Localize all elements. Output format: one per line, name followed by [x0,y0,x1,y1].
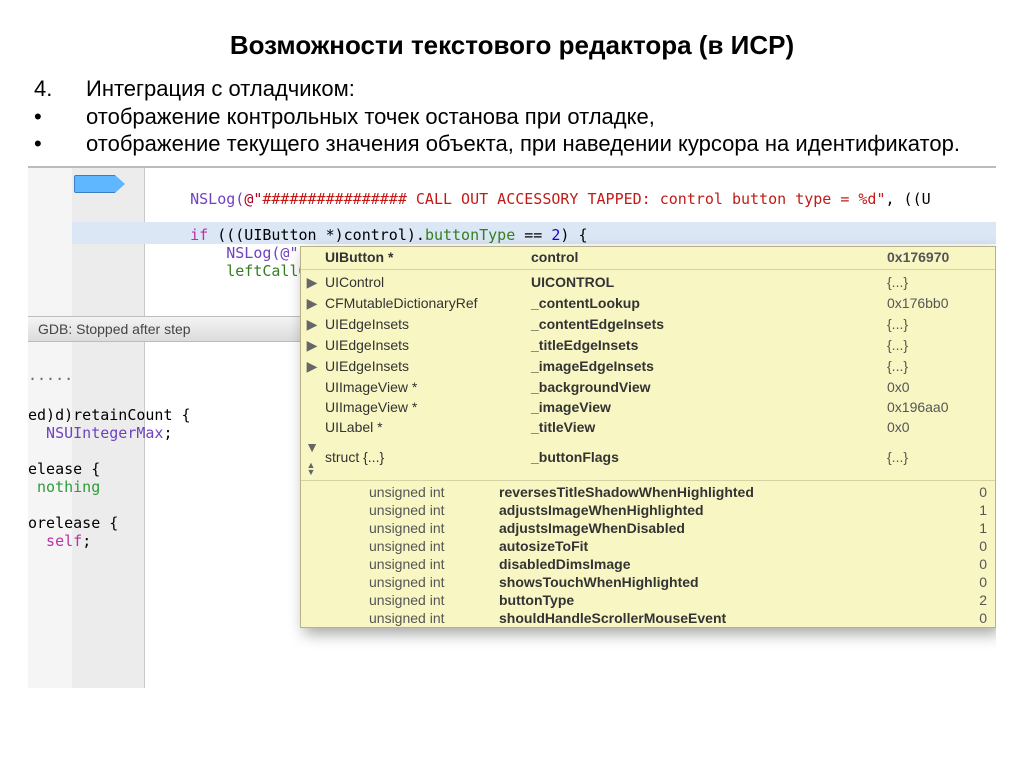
disclosure-triangle-icon[interactable]: ▶ [305,274,319,291]
tooltip-name: disabledDimsImage [499,556,953,572]
code-line: NSLog(@" [154,244,299,262]
list-number: 4. [28,75,86,103]
tooltip-name: _buttonFlags [531,449,881,465]
tooltip-name: reversesTitleShadowWhenHighlighted [499,484,953,500]
tooltip-name: _titleEdgeInsets [531,337,881,353]
list-item: Интеграция с отладчиком: [86,75,996,103]
tooltip-value: 0 [963,484,987,500]
tooltip-type: unsigned int [369,592,489,608]
tooltip-subrow[interactable]: unsigned int adjustsImageWhenDisabled 1 [361,519,995,537]
tooltip-type: UIImageView * [325,399,525,415]
tooltip-row[interactable]: ▶ UIEdgeInsets _contentEdgeInsets {...} [301,314,995,335]
code-line: if (((UIButton *)control).buttonType == … [154,226,588,244]
tooltip-name: _contentEdgeInsets [531,316,881,332]
code-line: elease { [28,460,100,478]
tooltip-value: 0x0 [887,419,987,435]
tooltip-name: showsTouchWhenHighlighted [499,574,953,590]
slide-title: Возможности текстового редактора (в ИСР) [28,30,996,61]
tooltip-subrow[interactable]: unsigned int autosizeToFit 0 [361,537,995,555]
code-line: orelease { [28,514,118,532]
stepper-icon[interactable]: ▲▼ [307,462,316,476]
tooltip-subrow[interactable]: unsigned int reversesTitleShadowWhenHighl… [361,483,995,501]
tooltip-type: struct {...} [325,449,525,465]
tooltip-name: shouldHandleScrollerMouseEvent [499,610,953,626]
code-line: nothing [28,478,100,496]
tooltip-row[interactable]: ▶ UIEdgeInsets _imageEdgeInsets {...} [301,356,995,377]
list-item: отображение контрольных точек останова п… [86,103,996,131]
tooltip-type: CFMutableDictionaryRef [325,295,525,311]
tooltip-name: _titleView [531,419,881,435]
debugger-tooltip[interactable]: UIButton * control 0x176970 ▶ UIControl UI… [300,246,996,628]
tooltip-value: 0x0 [887,379,987,395]
tooltip-type: unsigned int [369,520,489,536]
tooltip-value: 0x176bb0 [887,295,987,311]
tooltip-value: 1 [963,502,987,518]
disclosure-triangle-icon[interactable]: ▶ [305,316,319,333]
tooltip-type: unsigned int [369,538,489,554]
bullet-list: 4. Интеграция с отладчиком: • отображени… [28,75,996,158]
code-line: NSUIntegerMax; [28,424,173,442]
tooltip-type: UIImageView * [325,379,525,395]
code-line: self; [28,532,91,550]
tooltip-name: _backgroundView [531,379,881,395]
tooltip-subrow[interactable]: unsigned int showsTouchWhenHighlighted 0 [361,573,995,591]
bullet-marker: • [28,130,86,158]
tooltip-type: UILabel * [325,419,525,435]
tooltip-type: unsigned int [369,610,489,626]
disclosure-triangle-icon[interactable]: ▶ [305,358,319,375]
tooltip-value: {...} [887,337,987,353]
tooltip-name: adjustsImageWhenHighlighted [499,502,953,518]
tooltip-name: _imageEdgeInsets [531,358,881,374]
tooltip-name: adjustsImageWhenDisabled [499,520,953,536]
tooltip-name: UICONTROL [531,274,881,290]
tooltip-value: {...} [887,316,987,332]
tooltip-subrow[interactable]: unsigned int disabledDimsImage 0 [361,555,995,573]
tooltip-value: {...} [887,274,987,290]
tooltip-type: UIControl [325,274,525,290]
tooltip-row[interactable]: ▶ UIEdgeInsets _titleEdgeInsets {...} [301,335,995,356]
tooltip-subrow[interactable]: unsigned int buttonType 2 [361,591,995,609]
tooltip-type: unsigned int [369,574,489,590]
tooltip-row[interactable]: ▼▲▼ struct {...} _buttonFlags {...} [301,437,995,478]
list-item: отображение текущего значения объекта, п… [86,130,996,158]
tooltip-name: buttonType [499,592,953,608]
tooltip-value: 0x196aa0 [887,399,987,415]
tooltip-subrow[interactable]: unsigned int adjustsImageWhenHighlighted 1 [361,501,995,519]
tooltip-value: 2 [963,592,987,608]
bullet-marker: • [28,103,86,131]
code-line: ed)d)retainCount { [28,406,191,424]
disclosure-triangle-icon[interactable]: ▶ [305,295,319,312]
tooltip-value: 0 [963,574,987,590]
tooltip-header: UIButton * control 0x176970 [301,247,995,267]
disclosure-triangle-icon[interactable]: ▼▲▼ [305,439,319,476]
tooltip-type: UIEdgeInsets [325,358,525,374]
tooltip-type: unsigned int [369,556,489,572]
tooltip-type: unsigned int [369,484,489,500]
tooltip-value: 0 [963,538,987,554]
tooltip-row[interactable]: UILabel * _titleView 0x0 [301,417,995,437]
tooltip-row[interactable]: ▶ UIControl UICONTROL {...} [301,272,995,293]
tooltip-value: {...} [887,358,987,374]
tooltip-type: UIEdgeInsets [325,316,525,332]
tooltip-type: unsigned int [369,502,489,518]
tooltip-row[interactable]: UIImageView * _imageView 0x196aa0 [301,397,995,417]
code-line: NSLog(@"################ CALL OUT ACCESS… [154,190,931,208]
tooltip-name: autosizeToFit [499,538,953,554]
lower-code-area: ····· ed)d)retainCount { NSUIntegerMax; … [28,352,191,586]
execution-pointer-icon [74,175,116,193]
tooltip-type: UIEdgeInsets [325,337,525,353]
disclosure-triangle-icon[interactable]: ▶ [305,337,319,354]
tooltip-subrow[interactable]: unsigned int shouldHandleScrollerMouseEve… [361,609,995,627]
ide-screenshot: NSLog(@"################ CALL OUT ACCESS… [28,166,996,688]
tooltip-value: 0 [963,556,987,572]
tooltip-name: _imageView [531,399,881,415]
tooltip-row[interactable]: UIImageView * _backgroundView 0x0 [301,377,995,397]
tooltip-value: 0 [963,610,987,626]
tooltip-row[interactable]: ▶ CFMutableDictionaryRef _contentLookup 0x1… [301,293,995,314]
tooltip-value: {...} [887,449,987,465]
tooltip-value: 1 [963,520,987,536]
tooltip-name: _contentLookup [531,295,881,311]
